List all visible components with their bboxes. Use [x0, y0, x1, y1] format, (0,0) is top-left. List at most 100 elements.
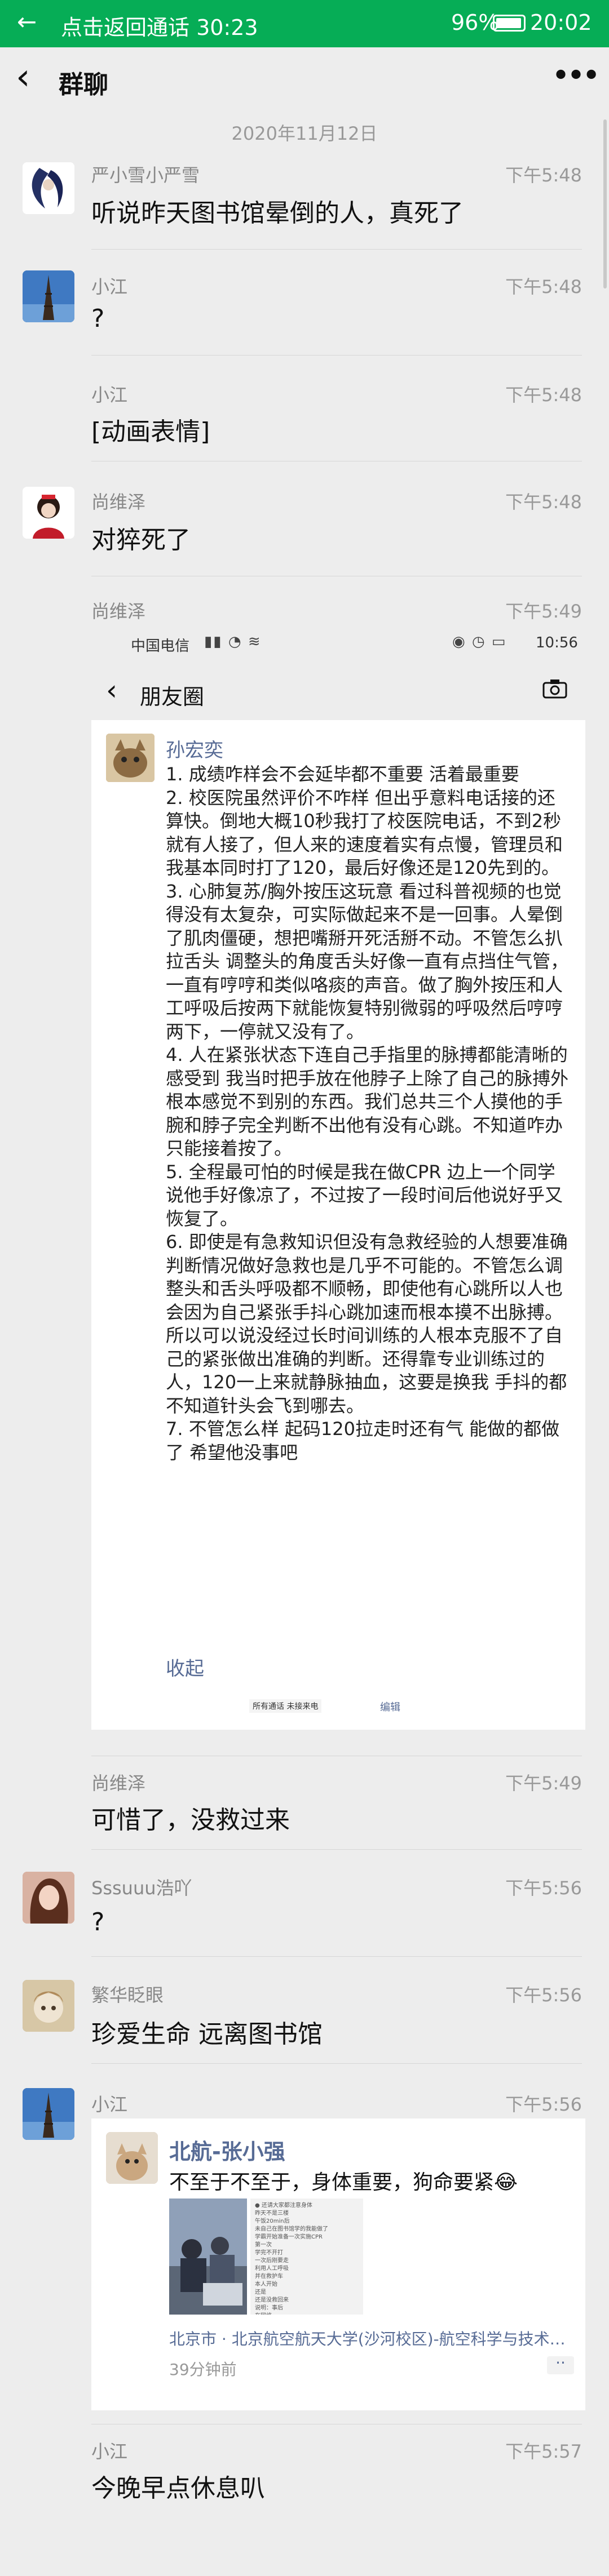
- thumbnail-text-line: 第一次: [255, 2242, 272, 2248]
- shared-moment-image[interactable]: 北航-张小强 不至于不至于，身体重要，狗命要紧😂 ● 还请大家都注意身体 昨天不是…: [91, 2118, 585, 2410]
- message-text[interactable]: 听说昨天图书馆晕倒的人，真死了: [91, 193, 464, 229]
- shot-nav-bar: ‹ 朋友圈: [91, 663, 585, 720]
- sender-name: 小江: [91, 2094, 128, 2115]
- sender-name: 小江: [91, 384, 128, 406]
- message: 小江 下午5:48 [动画表情]: [0, 379, 609, 463]
- clock: 20:02: [530, 10, 592, 35]
- nav-bar: ‹ 群聊 •••: [0, 47, 609, 109]
- message-text[interactable]: [动画表情]: [91, 411, 210, 447]
- message-time: 下午5:56: [505, 1877, 582, 1899]
- back-chevron-icon[interactable]: ‹: [16, 57, 30, 97]
- message-text[interactable]: 可惜了，没救过来: [91, 1800, 290, 1836]
- battery-percent: 96%: [451, 10, 499, 35]
- message: 繁华眨眼 下午5:56 珍爱生命 远离图书馆: [0, 1979, 609, 2064]
- message-time: 下午5:57: [505, 2441, 582, 2462]
- sender-name: 尚维泽: [91, 491, 146, 513]
- thumbnail-text-line: 利用人工呼吸: [255, 2266, 289, 2272]
- avatar[interactable]: [23, 1872, 74, 1924]
- back-chevron-icon: ‹: [106, 674, 117, 707]
- poster-avatar: [106, 734, 155, 782]
- divider: [91, 249, 582, 250]
- avatar[interactable]: [23, 162, 74, 214]
- paragraph: 3. 心肺复苏/胸外按压这玩意 看过科普视频的也觉得没有太复杂，可实际做起来不是…: [166, 880, 569, 1042]
- sender-name: Sssuuu浩吖: [91, 1877, 192, 1899]
- message-time: 下午5:48: [505, 491, 582, 513]
- call-return-label[interactable]: 点击返回通话 30:23: [61, 10, 258, 41]
- moment-text: 不至于不至于，身体重要，狗命要紧😂: [169, 2171, 518, 2194]
- status-icons: ◉ ◷ ▭: [452, 633, 507, 650]
- shot-status-bar: 中国电信 ▮▮ ◔ ≋ ◉ ◷ ▭ 10:56: [91, 624, 585, 663]
- message-time: 下午5:49: [505, 1773, 582, 1794]
- sender-name: 繁华眨眼: [91, 1984, 164, 2006]
- paragraph: 5. 全程最可怕的时候是我在做CPR 边上一个同学说他手好像凉了，不过按了一段时…: [166, 1161, 563, 1229]
- collapse-link: 收起: [166, 1658, 204, 1680]
- message: 严小雪小严雪 下午5:48 听说昨天图书馆晕倒的人，真死了: [0, 159, 609, 250]
- shot-title: 朋友圈: [140, 685, 205, 709]
- back-arrow-icon[interactable]: ←: [17, 8, 37, 35]
- poster-name: 北航-张小强: [169, 2139, 285, 2164]
- message-time: 下午5:56: [505, 2094, 582, 2115]
- edit-label: 编辑: [380, 1702, 400, 1713]
- thumbnail-text-line: 还是没救回来: [255, 2297, 289, 2303]
- message: 小江 下午5:56: [0, 2088, 609, 2140]
- message-time: 下午5:48: [505, 384, 582, 406]
- paragraph: 6. 即使是有急救知识但没有急救经验的人想要准确判断情况做好急救也是几乎不可能的…: [166, 1231, 568, 1416]
- message-time: 下午5:48: [505, 165, 582, 186]
- message: 小江 下午5:57 今晚早点休息叭: [0, 2424, 609, 2520]
- text-screenshot-thumbnail: ● 还请大家都注意身体 昨天不是三楼 午饭20min后 未自己在图书馆学的我能做了 学霸…: [250, 2199, 363, 2315]
- thumbnail-text-line: 学霸开始准备一次实施CPR: [255, 2234, 323, 2240]
- sender-name: 尚维泽: [91, 601, 146, 622]
- poster-avatar: [106, 2132, 158, 2184]
- shot-operator: 中国电信: [131, 638, 190, 655]
- message-text[interactable]: ?: [91, 1908, 104, 1937]
- paragraph: 4. 人在紧张状态下连自己手指里的脉搏都能清晰的感受到 我当时把手放在他脖子上除…: [166, 1044, 569, 1159]
- more-options-icon[interactable]: •••: [551, 57, 601, 94]
- camera-icon: [542, 679, 567, 699]
- message: 尚维泽 下午5:49 可惜了，没救过来: [0, 1756, 609, 1851]
- divider: [91, 1849, 582, 1850]
- message: 尚维泽 下午5:49: [0, 595, 609, 623]
- message-text[interactable]: ?: [91, 304, 104, 333]
- message-text[interactable]: 对猝死了: [91, 519, 191, 556]
- sender-name: 尚维泽: [91, 1773, 146, 1794]
- avatar[interactable]: [23, 2088, 74, 2140]
- paragraph: 1. 成绩咋样会不会延毕都不重要 活着最重要: [166, 763, 519, 785]
- avatar[interactable]: [23, 487, 74, 539]
- message-time: 下午5:56: [505, 1984, 582, 2006]
- shot-clock: 10:56: [536, 634, 578, 651]
- thumbnail-text-line: 说明：事后: [255, 2305, 283, 2311]
- message: Sssuuu浩吖 下午5:56 ?: [0, 1872, 609, 1957]
- thumbnail-text-line: 在网络: [255, 2312, 359, 2315]
- thumbnail-text-line: 午饭20min后: [255, 2218, 290, 2224]
- photo-thumbnail: [169, 2199, 247, 2315]
- thumbnail-text-line: 本人开始: [255, 2281, 277, 2288]
- thumbnail-text-line: ● 还请大家都注意身体: [255, 2202, 312, 2209]
- battery-level: [496, 18, 521, 28]
- message: 小江 下午5:48 ?: [0, 270, 609, 356]
- location-link: 北京市 · 北京航空航天大学(沙河校区)-航空科学与技术国家实验室: [169, 2330, 575, 2348]
- moment-text: 1. 成绩咋样会不会延毕都不重要 活着最重要 2. 校医院虽然评价不咋样 但出乎…: [166, 763, 572, 1464]
- avatar[interactable]: [23, 270, 74, 322]
- divider: [91, 355, 582, 356]
- message-text[interactable]: 珍爱生命 远离图书馆: [91, 2014, 323, 2050]
- date-divider: 2020年11月12日: [231, 123, 378, 144]
- image-message[interactable]: 中国电信 ▮▮ ◔ ≋ ◉ ◷ ▭ 10:56 ‹ 朋友圈 孙宏奕 1. 成绩咋…: [91, 624, 585, 1730]
- message-time: 下午5:48: [505, 276, 582, 297]
- signal-icons: ▮▮ ◔ ≋: [204, 633, 262, 650]
- post-time: 39分钟前: [169, 2360, 237, 2379]
- avatar[interactable]: [23, 1980, 74, 2032]
- divider: [91, 1956, 582, 1957]
- call-return-bar[interactable]: ← 点击返回通话 30:23 96% 20:02: [0, 0, 609, 47]
- thumbnail-text-line: 学完不开打: [255, 2250, 283, 2256]
- message-text[interactable]: 今晚早点休息叭: [91, 2468, 265, 2504]
- thumbnail-text-line: 还是: [255, 2289, 266, 2295]
- page-title: 群聊: [59, 70, 108, 99]
- divider: [91, 2063, 582, 2064]
- battery-icon: [493, 15, 526, 32]
- thumbnail-text-line: 并在救护车: [255, 2273, 283, 2280]
- sender-name: 小江: [91, 276, 128, 297]
- paragraph: 2. 校医院虽然评价不咋样 但出乎意料电话接的还算快。倒地大概10秒我打了校医院…: [166, 787, 563, 879]
- call-tabs: 所有通话 未接来电: [249, 1699, 322, 1713]
- thumbnail-text-line: 一次后刚要走: [255, 2258, 289, 2264]
- comment-menu-icon: ··: [547, 2355, 574, 2374]
